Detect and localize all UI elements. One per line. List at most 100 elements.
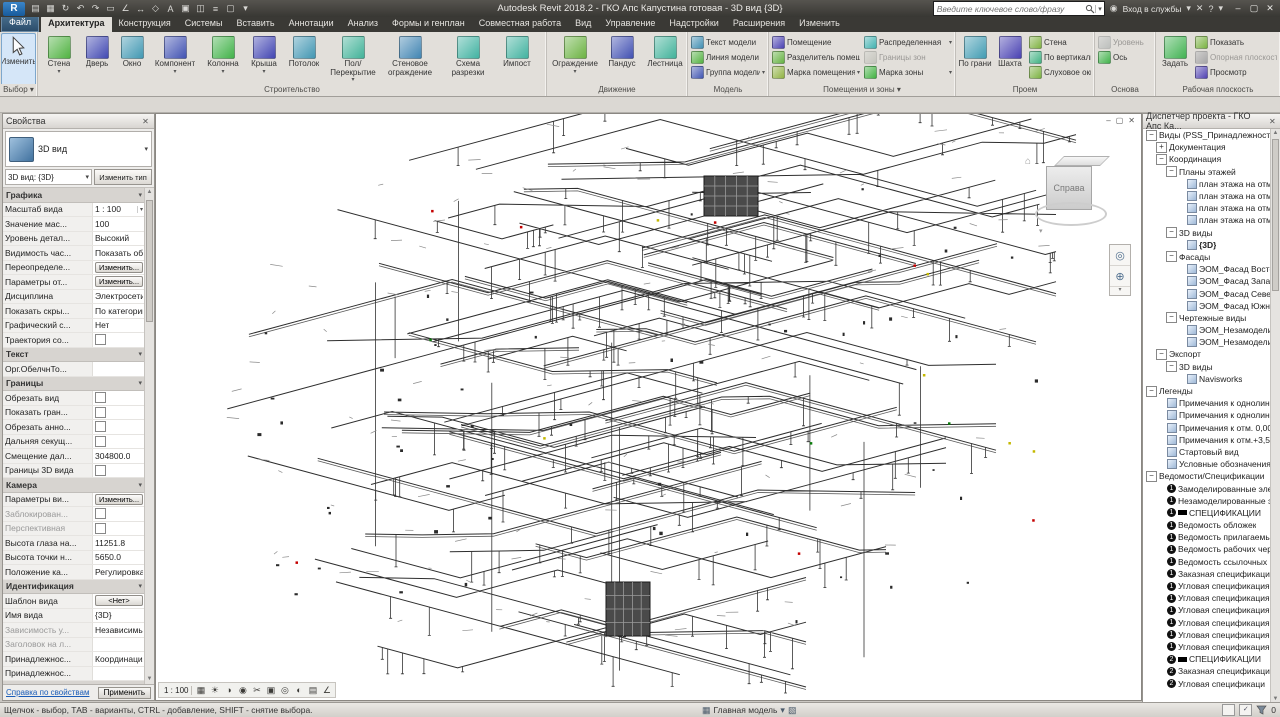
shadows-icon[interactable]: ◑ (222, 685, 235, 695)
tree-item[interactable]: 1 Незамоделированные э (1143, 495, 1271, 507)
property-value[interactable] (93, 521, 145, 535)
scroll-up-icon[interactable]: ▲ (145, 188, 154, 197)
collapse-icon[interactable]: ▾ (138, 379, 142, 387)
ribbon-button-Потолок[interactable]: Потолок (283, 33, 325, 84)
hide-isolate-icon[interactable]: ◎ (278, 685, 291, 696)
tree-item[interactable]: 1 Угловая спецификация (1143, 641, 1271, 653)
tree-item[interactable]: − Чертежные виды (1143, 312, 1271, 324)
tab-Вставить[interactable]: Вставить (229, 16, 281, 32)
crop-visibility-icon[interactable]: ▣ (264, 685, 277, 696)
tree-item[interactable]: план этажа на отм. (1143, 202, 1271, 214)
tree-item[interactable]: 1 Угловая спецификация (1143, 592, 1271, 604)
scale-button[interactable]: 1 : 100 (161, 685, 193, 695)
tree-item[interactable]: − Планы этажей (1143, 166, 1271, 178)
search-icon[interactable] (1085, 4, 1095, 14)
view-restore-icon[interactable]: ▢ (1116, 116, 1124, 125)
zoom-icon[interactable]: ⊕ (1110, 266, 1130, 287)
help-icon[interactable]: ? (1208, 4, 1213, 14)
expander-icon[interactable]: − (1166, 361, 1177, 373)
tree-item[interactable]: 1 Угловая спецификация (1143, 617, 1271, 629)
tree-item[interactable]: 2 Угловая спецификаци (1143, 677, 1271, 689)
properties-scrollbar[interactable]: ▲ ▼ (144, 188, 154, 684)
property-checkbox[interactable] (95, 522, 106, 534)
tree-item[interactable]: 2 Заказная спецификаци (1143, 665, 1271, 677)
temporary-view-icon[interactable]: ▤ (306, 685, 319, 696)
property-value[interactable]: 1 : 100 ▾ (93, 202, 145, 216)
property-edit-button[interactable]: Изменить... (95, 276, 143, 288)
selection-filter-icon[interactable] (1256, 705, 1267, 715)
ribbon-button-Помещение[interactable]: Помещение (770, 35, 862, 50)
ribbon-button-Текст модели[interactable]: Текст модели (689, 35, 767, 50)
ribbon-button-По грани[interactable]: По грани (957, 33, 993, 84)
ribbon-button-Окно[interactable]: Окно (115, 33, 149, 84)
ribbon-button-Шахта[interactable]: Шахта (993, 33, 1027, 84)
tab-Конструкция[interactable]: Конструкция (112, 16, 178, 32)
property-value[interactable]: Изменить... (93, 492, 145, 506)
measure-icon[interactable]: ∠ (119, 3, 132, 14)
expander-icon[interactable]: − (1146, 470, 1157, 482)
scroll-down-icon[interactable]: ▼ (145, 675, 154, 684)
tree-item[interactable]: Navisworks (1143, 373, 1271, 385)
view-close-icon[interactable]: ✕ (1128, 116, 1135, 125)
expander-icon[interactable]: − (1166, 312, 1177, 324)
browser-scrollbar[interactable]: ▲ ▼ (1270, 129, 1280, 704)
exchange-apps-icon[interactable]: ✕ (1196, 3, 1204, 14)
reveal-hidden-icon[interactable]: ◐ (292, 685, 305, 695)
render-icon[interactable]: ◉ (236, 685, 249, 696)
expander-icon[interactable]: − (1156, 348, 1167, 360)
property-value[interactable] (93, 463, 145, 477)
tab-Формы и генплан[interactable]: Формы и генплан (385, 16, 472, 32)
expander-icon[interactable]: − (1156, 153, 1167, 165)
tree-item[interactable]: − Легенды (1143, 385, 1271, 397)
workset-dropdown-icon[interactable]: ▾ (780, 705, 785, 716)
tree-item[interactable]: план этажа на отм. (1143, 214, 1271, 226)
default-3d-view-icon[interactable]: ▣ (179, 3, 192, 14)
apply-button[interactable]: Применить (97, 686, 151, 699)
aligned-dimension-icon[interactable]: ↔ (134, 4, 147, 14)
active-workset-label[interactable]: Главная модель (714, 705, 778, 715)
tag-icon[interactable]: ◇ (149, 3, 162, 14)
dropdown-arrow-icon[interactable]: ▾ (136, 205, 143, 213)
type-selector-dropdown-icon[interactable]: ▾ (144, 145, 148, 153)
property-value[interactable] (93, 391, 145, 405)
tree-item[interactable]: ЭОМ_Фасад Запад (1143, 275, 1271, 287)
property-edit-button[interactable]: <Нет> (95, 595, 143, 607)
property-section-header[interactable]: Границы ▾ (3, 376, 145, 391)
customize-qat-icon[interactable]: ▾ (239, 3, 252, 14)
properties-help-link[interactable]: Справка по свойствам (6, 688, 89, 697)
undo-icon[interactable]: ↶ (74, 3, 87, 14)
scroll-thumb[interactable] (1272, 139, 1279, 291)
tab-Архитектура[interactable]: Архитектура (41, 16, 112, 32)
ribbon-button-Распределенная[interactable]: Распределенная ▾ (862, 35, 954, 50)
property-value[interactable]: Высокий (93, 231, 145, 245)
ribbon-button-Стена[interactable]: Стена (1027, 35, 1093, 50)
property-checkbox[interactable] (95, 464, 106, 476)
press-drag-checkbox[interactable]: ✓ (1239, 704, 1253, 716)
property-value[interactable]: Изменить... (93, 260, 145, 274)
property-value[interactable] (93, 362, 145, 376)
editable-only-checkbox[interactable] (1222, 704, 1236, 716)
tree-item[interactable]: Условные обозначения (1143, 458, 1271, 470)
close-button[interactable]: ✕ (1264, 3, 1276, 14)
ribbon-button-Опорная плоскость[interactable]: Опорная плоскость (1193, 50, 1279, 65)
ribbon-button-Разделитель помещений[interactable]: Разделитель помещений (770, 50, 862, 65)
minimize-button[interactable]: – (1232, 3, 1244, 14)
view-cube[interactable]: ⌂ Справа ▾ (1025, 156, 1110, 235)
ribbon-button-Линия модели[interactable]: Линия модели (689, 50, 767, 65)
tree-item[interactable]: ЭОМ_Фасад Север (1143, 287, 1271, 299)
instance-selector[interactable]: 3D вид: {3D} ▾ (5, 169, 92, 185)
open-icon[interactable]: ▤ (29, 3, 42, 14)
property-value[interactable]: <Нет> (93, 594, 145, 608)
ribbon-button-Колонна[interactable]: Колонна ▾ (201, 33, 245, 84)
tree-item[interactable]: план этажа на отм.0, (1143, 178, 1271, 190)
viewcube-top-face[interactable] (1054, 156, 1110, 166)
tree-item[interactable]: 1 Замоделированные эле (1143, 482, 1271, 494)
design-options-icon[interactable]: ▧ (788, 705, 797, 716)
tree-item[interactable]: ЭОМ_Фасад Южны (1143, 300, 1271, 312)
ribbon-button-Компонент[interactable]: Компонент ▾ (149, 33, 201, 84)
property-value[interactable] (93, 333, 145, 347)
tree-item[interactable]: − Фасады (1143, 251, 1271, 263)
ribbon-button-Лестница[interactable]: Лестница (642, 33, 687, 84)
property-value[interactable] (93, 434, 145, 448)
property-value[interactable] (93, 405, 145, 419)
